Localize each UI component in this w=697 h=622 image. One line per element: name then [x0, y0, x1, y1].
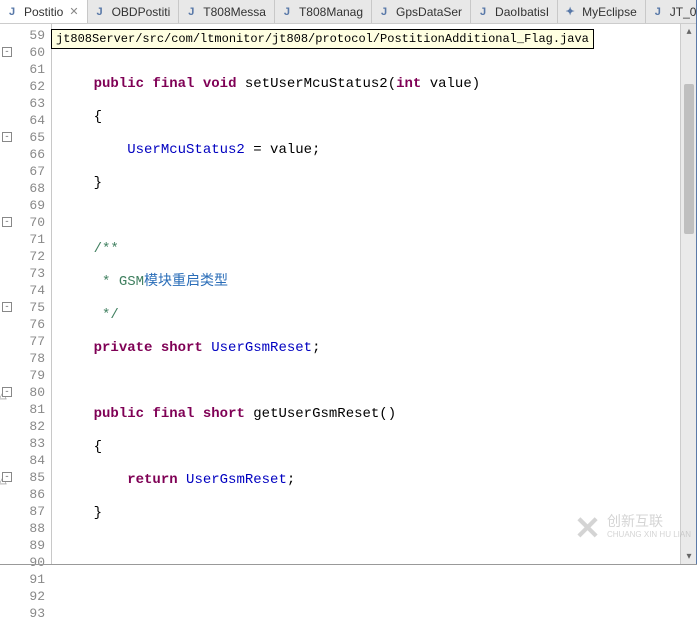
- line-number: 66: [0, 146, 51, 163]
- tab-label: T808Messa: [203, 5, 266, 19]
- java-file-icon: J: [92, 4, 108, 20]
- tab-obdpostiti[interactable]: J OBDPostiti: [88, 0, 180, 23]
- file-path-tooltip: jt808Server/src/com/ltmonitor/jt808/prot…: [51, 29, 594, 49]
- fold-toggle[interactable]: -: [2, 47, 12, 57]
- line-number: 86: [0, 486, 51, 503]
- editor-tab-bar: J Postitio ✕ J OBDPostiti J T808Messa J …: [0, 0, 697, 24]
- line-number: 88: [0, 520, 51, 537]
- watermark-icon: ✕: [574, 509, 601, 547]
- scroll-up-arrow-icon[interactable]: ▴: [681, 24, 697, 40]
- fold-toggle[interactable]: -: [2, 217, 12, 227]
- line-number: 93: [0, 605, 51, 622]
- line-number: 71: [0, 231, 51, 248]
- tab-daoibatisi[interactable]: J DaoIbatisI: [471, 0, 558, 23]
- myeclipse-icon: ✦: [562, 4, 578, 20]
- line-number: 81: [0, 401, 51, 418]
- line-number: 74: [0, 282, 51, 299]
- java-file-icon: J: [183, 4, 199, 20]
- tab-gpsdataser[interactable]: J GpsDataSer: [372, 0, 471, 23]
- java-file-icon: J: [376, 4, 392, 20]
- line-number: 76: [0, 316, 51, 333]
- java-file-icon: J: [4, 4, 20, 20]
- tab-label: JT_0: [670, 5, 697, 19]
- tab-label: DaoIbatisI: [495, 5, 549, 19]
- line-number: 68: [0, 180, 51, 197]
- line-number: 73: [0, 265, 51, 282]
- watermark-sub: CHUANG XIN HU LIAN: [607, 528, 691, 542]
- line-number: 63: [0, 95, 51, 112]
- tab-label: OBDPostiti: [112, 5, 171, 19]
- code-editor[interactable]: public final void setUserMcuStatus2(int …: [52, 24, 697, 565]
- vertical-scrollbar[interactable]: ▴ ▾: [680, 24, 697, 565]
- line-number: -70: [0, 214, 51, 231]
- line-number: △-80: [0, 384, 51, 401]
- line-number: 67: [0, 163, 51, 180]
- line-number: -60: [0, 44, 51, 61]
- java-file-icon: J: [650, 4, 666, 20]
- line-number: 89: [0, 537, 51, 554]
- line-number: -65: [0, 129, 51, 146]
- line-number-gutter: 59 -60 61 62 63 64 -65 66 67 68 69 -70 7…: [0, 24, 52, 565]
- tab-label: GpsDataSer: [396, 5, 462, 19]
- tab-myeclipse[interactable]: ✦ MyEclipse: [558, 0, 646, 23]
- line-number: 59: [0, 27, 51, 44]
- line-number: △-85: [0, 469, 51, 486]
- line-number: 82: [0, 418, 51, 435]
- watermark-brand: 创新互联: [607, 514, 691, 528]
- java-file-icon: J: [475, 4, 491, 20]
- line-number: 90: [0, 554, 51, 571]
- tab-label: Postitio: [24, 5, 63, 19]
- java-file-icon: J: [279, 4, 295, 20]
- line-number: 79: [0, 367, 51, 384]
- line-number: 91: [0, 571, 51, 588]
- scroll-down-arrow-icon[interactable]: ▾: [681, 549, 697, 565]
- line-number: 77: [0, 333, 51, 350]
- tab-t808manag[interactable]: J T808Manag: [275, 0, 372, 23]
- line-number: 83: [0, 435, 51, 452]
- line-number: 78: [0, 350, 51, 367]
- tab-t808messa[interactable]: J T808Messa: [179, 0, 275, 23]
- tab-label: T808Manag: [299, 5, 363, 19]
- scrollbar-thumb[interactable]: [684, 84, 694, 234]
- fold-toggle[interactable]: -: [2, 472, 12, 482]
- line-number: 62: [0, 78, 51, 95]
- line-number: 92: [0, 588, 51, 605]
- editor-container: 59 -60 61 62 63 64 -65 66 67 68 69 -70 7…: [0, 24, 697, 565]
- tab-jt0[interactable]: J JT_0: [646, 0, 697, 23]
- watermark-logo: ✕ 创新互联 CHUANG XIN HU LIAN: [574, 509, 691, 547]
- tab-postitio[interactable]: J Postitio ✕: [0, 0, 88, 23]
- line-number: 69: [0, 197, 51, 214]
- line-number: 61: [0, 61, 51, 78]
- line-number: 72: [0, 248, 51, 265]
- line-number: 87: [0, 503, 51, 520]
- fold-toggle[interactable]: -: [2, 132, 12, 142]
- close-icon[interactable]: ✕: [69, 5, 78, 18]
- tab-label: MyEclipse: [582, 5, 637, 19]
- fold-toggle[interactable]: -: [2, 302, 12, 312]
- line-number: 64: [0, 112, 51, 129]
- fold-toggle[interactable]: -: [2, 387, 12, 397]
- line-number: 84: [0, 452, 51, 469]
- line-number: -75: [0, 299, 51, 316]
